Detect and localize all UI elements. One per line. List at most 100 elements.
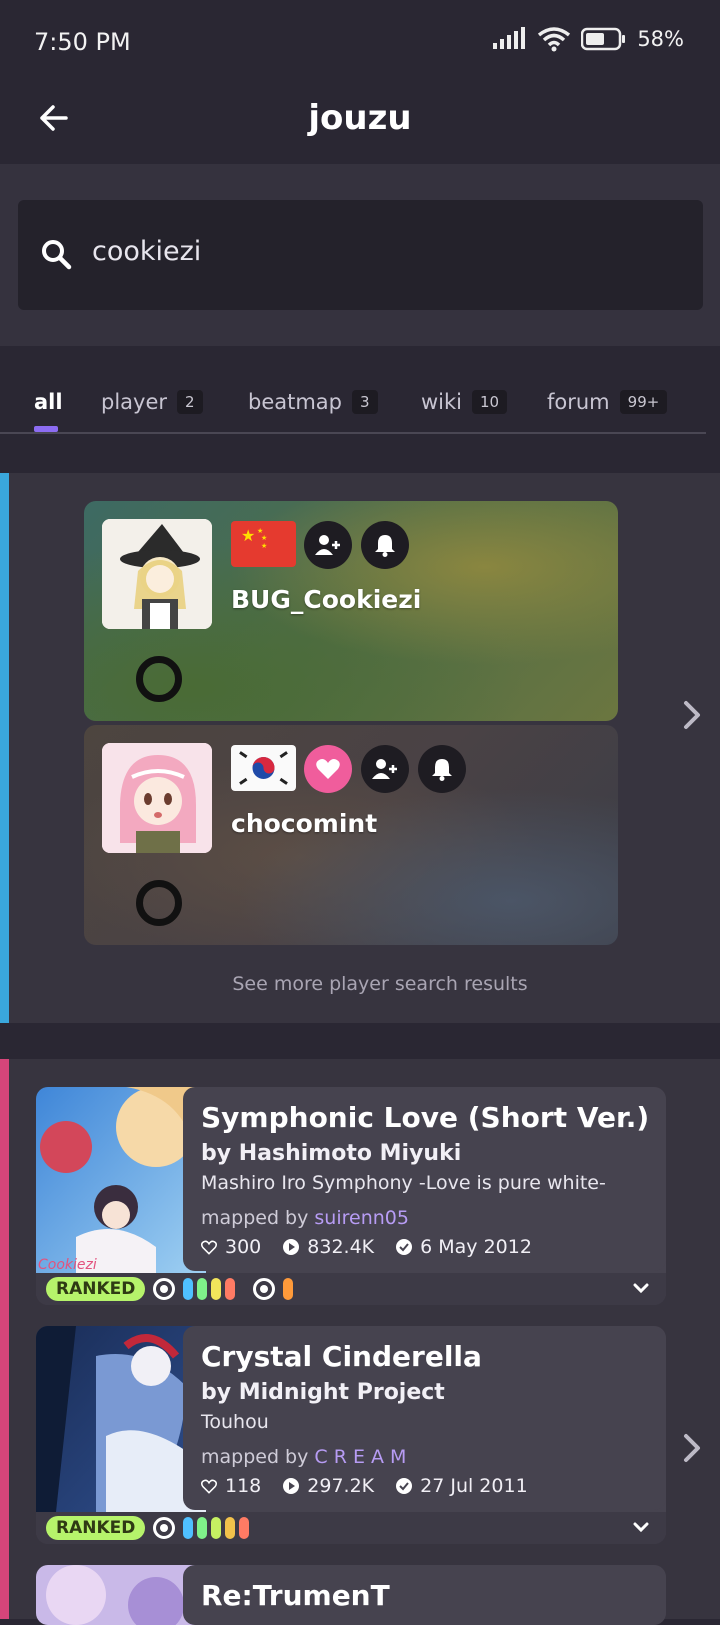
beatmap-stats: 300 832.4K 6 May 2012: [201, 1236, 532, 1258]
beatmap-source: Touhou: [201, 1411, 269, 1433]
tab-divider: [0, 432, 706, 434]
heart-outline-icon: [201, 1479, 217, 1494]
supporter-badge[interactable]: [304, 745, 352, 793]
beatmap-card[interactable]: Crystal Cinderella by Midnight Project T…: [36, 1326, 666, 1544]
beatmap-card[interactable]: Cookiezi Symphonic Love (Short Ver.) by …: [36, 1087, 666, 1305]
tab-beatmap[interactable]: beatmap 3: [248, 390, 378, 414]
player-name: chocomint: [231, 809, 378, 838]
difficulty-dot: [197, 1517, 208, 1539]
beatmap-difficulty-bar: RANKED: [36, 1273, 666, 1305]
battery-percent: 58%: [637, 27, 684, 51]
mapped-by-label: mapped by: [201, 1446, 315, 1468]
osu-mode-icon: [153, 1517, 176, 1539]
svg-text:★: ★: [241, 526, 255, 545]
search-section: cookiezi: [0, 164, 720, 346]
ranked-date-stat: 6 May 2012: [396, 1236, 532, 1258]
avatar[interactable]: [102, 519, 212, 629]
tab-count: 2: [177, 390, 203, 414]
difficulty-dot: [225, 1517, 236, 1539]
beatmap-cover-image: Cookiezi: [36, 1087, 206, 1273]
chevron-down-icon[interactable]: [630, 1516, 652, 1538]
beatmap-card[interactable]: Re:TrumenT: [36, 1565, 666, 1625]
page-title: jouzu: [308, 98, 412, 138]
check-circle-icon: [396, 1239, 413, 1255]
add-friend-button[interactable]: [304, 521, 352, 569]
status-badge: RANKED: [46, 1516, 146, 1540]
tab-label: forum: [547, 390, 610, 414]
search-value: cookiezi: [92, 236, 202, 267]
svg-text:★: ★: [261, 542, 267, 550]
chevron-down-icon[interactable]: [630, 1277, 652, 1299]
tab-player[interactable]: player 2: [101, 390, 203, 414]
tab-count: 3: [352, 390, 378, 414]
beatmap-difficulty-bar: RANKED: [36, 1512, 666, 1544]
tab-label: beatmap: [248, 390, 343, 414]
online-status-ring: [136, 656, 182, 702]
chevron-right-icon[interactable]: [680, 1431, 704, 1465]
difficulty-dot: [239, 1517, 250, 1539]
beatmap-title: Re:TrumenT: [201, 1579, 390, 1612]
mania-mode-icon: [253, 1278, 276, 1300]
check-circle-icon: [396, 1478, 413, 1494]
mapper-name-link[interactable]: suirenn05: [314, 1207, 409, 1229]
wifi-icon: [538, 27, 571, 52]
tab-label: player: [101, 390, 168, 414]
flag-korea-icon: [231, 745, 296, 791]
player-card[interactable]: chocomint: [84, 725, 618, 945]
difficulty-dot: [183, 1517, 194, 1539]
favourites-count: 118: [225, 1475, 262, 1497]
beatmap-cover-image: [36, 1326, 206, 1512]
ranked-date: 6 May 2012: [420, 1236, 532, 1258]
tab-label: all: [34, 390, 63, 414]
mapper-name-link[interactable]: C R E A M: [314, 1446, 406, 1468]
tab-wiki[interactable]: wiki 10: [421, 390, 508, 414]
avatar[interactable]: [102, 743, 212, 853]
osu-mode-icon: [153, 1278, 176, 1300]
bell-icon: [375, 535, 395, 557]
add-user-icon: [315, 535, 340, 555]
favourites-stat: 300: [201, 1236, 261, 1258]
see-more-players-link[interactable]: See more player search results: [0, 973, 720, 995]
favourites-stat: 118: [201, 1475, 261, 1497]
beatmap-info: Symphonic Love (Short Ver.) by Hashimoto…: [183, 1087, 666, 1271]
beatmap-info: Crystal Cinderella by Midnight Project T…: [183, 1326, 666, 1510]
plays-stat: 832.4K: [283, 1236, 374, 1258]
search-icon: [42, 240, 72, 270]
online-status-ring: [136, 880, 182, 926]
beatmap-info: Re:TrumenT: [183, 1565, 666, 1625]
tab-count: 10: [472, 390, 508, 414]
difficulty-dot: [211, 1517, 222, 1539]
battery-icon: [581, 27, 626, 51]
beatmap-artist: by Midnight Project: [201, 1380, 445, 1405]
add-friend-button[interactable]: [361, 745, 409, 793]
difficulty-dot: [211, 1278, 222, 1300]
ranked-date-stat: 27 Jul 2011: [396, 1475, 528, 1497]
difficulty-dot: [225, 1278, 236, 1300]
tab-forum[interactable]: forum 99+: [547, 390, 668, 414]
ranked-date: 27 Jul 2011: [420, 1475, 528, 1497]
follow-notifications-button[interactable]: [361, 521, 409, 569]
flag-china-icon: ★ ★ ★ ★: [231, 521, 296, 567]
tab-all[interactable]: all: [34, 390, 63, 414]
player-results-section: ★ ★ ★ ★ BUG_Cookiezi chocomint See more …: [0, 473, 720, 1023]
chevron-right-icon[interactable]: [680, 698, 704, 732]
search-input[interactable]: cookiezi: [18, 200, 703, 310]
heart-icon: [316, 759, 340, 779]
play-count: 297.2K: [307, 1475, 375, 1497]
player-card[interactable]: ★ ★ ★ ★ BUG_Cookiezi: [84, 501, 618, 721]
section-accent-stripe: [0, 1059, 9, 1619]
avatar-image: [102, 519, 212, 629]
favourites-count: 300: [225, 1236, 262, 1258]
bell-icon: [432, 759, 452, 781]
beatmap-results-section: Cookiezi Symphonic Love (Short Ver.) by …: [0, 1059, 720, 1625]
play-icon: [283, 1239, 300, 1255]
status-icons: 58%: [493, 26, 684, 52]
play-count: 832.4K: [307, 1236, 375, 1258]
status-bar: 7:50 PM 58%: [0, 0, 720, 82]
tab-label: wiki: [421, 390, 463, 414]
beatmap-stats: 118 297.2K 27 Jul 2011: [201, 1475, 528, 1497]
plays-stat: 297.2K: [283, 1475, 374, 1497]
svg-text:Cookiezi: Cookiezi: [38, 1257, 97, 1273]
status-badge: RANKED: [46, 1277, 146, 1301]
follow-notifications-button[interactable]: [418, 745, 466, 793]
